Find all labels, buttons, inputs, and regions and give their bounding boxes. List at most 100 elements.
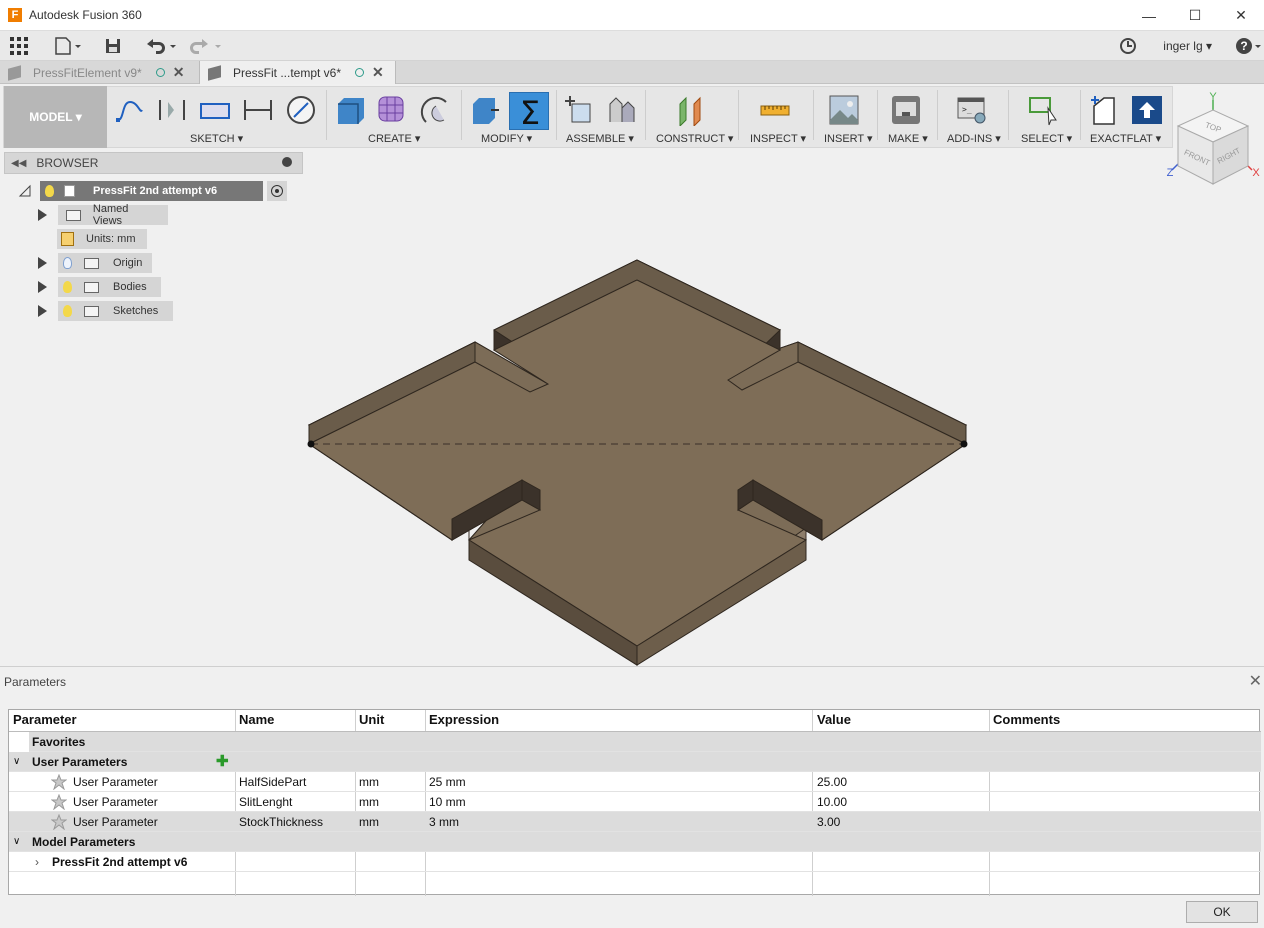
collapse-chevron-icon[interactable]: ∨ [13, 752, 20, 772]
create-group-label[interactable]: CREATE ▾ [368, 132, 420, 145]
close-tab-icon[interactable]: ✕ [173, 64, 185, 81]
assemble-joint-icon[interactable] [604, 94, 636, 126]
help-icon[interactable]: ? [1236, 36, 1262, 56]
sketch-mirror-icon[interactable] [156, 94, 188, 126]
modify-presspull-icon[interactable] [469, 94, 501, 126]
modify-group-label[interactable]: MODIFY ▾ [481, 132, 532, 145]
workspace-switcher-button[interactable]: MODEL ▾ [4, 86, 107, 148]
create-revolve-icon[interactable] [420, 94, 452, 126]
tree-root[interactable]: PressFit 2nd attempt v6 [18, 181, 287, 201]
tab-pressfit-2nd-attempt[interactable]: PressFit ...tempt v6* ✕ [199, 61, 396, 84]
select-window-icon[interactable] [1028, 94, 1060, 126]
param-expression[interactable]: 10 mm [429, 792, 466, 812]
col-unit[interactable]: Unit [359, 710, 384, 730]
redo-icon[interactable] [188, 36, 222, 56]
expand-chevron-icon[interactable]: › [35, 852, 39, 872]
user-parameters-group-row[interactable]: ∨ User Parameters ✚ [9, 752, 1261, 772]
add-parameter-icon[interactable]: ✚ [216, 752, 229, 772]
browser-minimize-icon[interactable] [282, 157, 292, 167]
table-row[interactable]: User Parameter HalfSidePart mm 25 mm 25.… [9, 772, 1261, 792]
tree-item-bodies[interactable]: Bodies [38, 277, 161, 297]
job-status-clock-icon[interactable] [1119, 36, 1137, 56]
param-name[interactable]: StockThickness [239, 812, 323, 832]
assemble-group-label[interactable]: ASSEMBLE ▾ [566, 132, 634, 145]
visibility-bulb-icon[interactable] [63, 257, 72, 269]
insert-image-icon[interactable] [828, 94, 860, 126]
bodies-chip[interactable]: Bodies [58, 277, 161, 297]
param-expression[interactable]: 25 mm [429, 772, 466, 792]
activate-component-icon[interactable] [267, 181, 287, 201]
parameters-button[interactable]: Σ [509, 92, 549, 132]
exactflat-export-icon[interactable] [1131, 94, 1163, 126]
favorites-row[interactable]: Favorites [29, 732, 1261, 752]
col-name[interactable]: Name [239, 710, 274, 730]
viewcube[interactable]: TOP FRONT RIGHT Y X Z [1160, 91, 1264, 192]
expand-arrow-icon[interactable] [38, 281, 47, 293]
3d-viewport[interactable] [0, 150, 1264, 666]
addins-group-label[interactable]: ADD-INS ▾ [947, 132, 1001, 145]
sketch-rectangle-icon[interactable] [199, 94, 231, 126]
param-expression[interactable]: 3 mm [429, 812, 459, 832]
save-icon[interactable] [105, 36, 121, 56]
pressfit-body[interactable] [307, 259, 968, 666]
collapse-browser-icon[interactable]: ◀◀ [11, 158, 26, 169]
favorite-star-icon[interactable] [51, 794, 67, 810]
create-extrude-icon[interactable] [334, 94, 366, 126]
sketch-group-label[interactable]: SKETCH ▾ [190, 132, 243, 145]
make-3d-print-icon[interactable] [890, 94, 922, 126]
user-account-menu[interactable]: inger lg ▾ [1163, 39, 1212, 53]
inspect-group-label[interactable]: INSPECT ▾ [750, 132, 806, 145]
assemble-new-component-icon[interactable] [562, 94, 594, 126]
table-row[interactable]: User Parameter StockThickness mm 3 mm 3.… [9, 812, 1261, 832]
origin-chip[interactable]: Origin [58, 253, 152, 273]
create-form-icon[interactable] [376, 94, 408, 126]
visibility-bulb-icon[interactable] [63, 281, 72, 293]
minimize-button[interactable]: — [1126, 0, 1172, 31]
construct-group-label[interactable]: CONSTRUCT ▾ [656, 132, 733, 145]
addins-scripts-icon[interactable]: >_ [956, 94, 988, 126]
close-tab-icon[interactable]: ✕ [372, 64, 384, 81]
param-unit[interactable]: mm [359, 772, 379, 792]
favorite-star-icon[interactable] [51, 774, 67, 790]
sketch-spline-icon[interactable] [114, 94, 146, 126]
sketch-dimension-icon[interactable] [242, 94, 274, 126]
maximize-button[interactable]: ☐ [1172, 0, 1218, 31]
expand-arrow-icon[interactable] [38, 209, 47, 221]
tab-pressfitelement[interactable]: PressFitElement v9* ✕ [0, 61, 198, 84]
col-parameter[interactable]: Parameter [13, 710, 77, 730]
app-grid-icon[interactable] [10, 36, 28, 56]
inspect-measure-icon[interactable] [759, 94, 791, 126]
tree-item-units[interactable]: Units: mm [57, 229, 147, 249]
visibility-bulb-icon[interactable] [45, 185, 54, 197]
param-unit[interactable]: mm [359, 812, 379, 832]
expand-arrow-icon[interactable] [38, 305, 47, 317]
construct-offset-plane-icon[interactable] [676, 94, 708, 126]
collapse-chevron-icon[interactable]: ∨ [13, 832, 20, 852]
tree-item-sketches[interactable]: Sketches [38, 301, 173, 321]
model-component-row[interactable]: › PressFit 2nd attempt v6 [9, 852, 1261, 872]
select-group-label[interactable]: SELECT ▾ [1021, 132, 1072, 145]
close-dialog-icon[interactable]: ✕ [1249, 671, 1262, 691]
param-unit[interactable]: mm [359, 792, 379, 812]
ok-button[interactable]: OK [1186, 901, 1258, 923]
units-chip[interactable]: Units: mm [57, 229, 147, 249]
close-window-button[interactable]: ✕ [1218, 0, 1264, 31]
tree-item-named-views[interactable]: Named Views [38, 203, 168, 227]
favorite-star-icon[interactable] [51, 814, 67, 830]
col-value[interactable]: Value [817, 710, 851, 730]
exactflat-group-label[interactable]: EXACTFLAT ▾ [1090, 132, 1161, 145]
insert-group-label[interactable]: INSERT ▾ [824, 132, 873, 145]
param-name[interactable]: SlitLenght [239, 792, 292, 812]
expand-arrow-icon[interactable] [38, 257, 47, 269]
visibility-bulb-icon[interactable] [63, 305, 72, 317]
col-comments[interactable]: Comments [993, 710, 1060, 730]
sketches-chip[interactable]: Sketches [58, 301, 173, 321]
make-group-label[interactable]: MAKE ▾ [888, 132, 928, 145]
file-menu-icon[interactable] [55, 36, 83, 56]
tree-item-origin[interactable]: Origin [38, 253, 152, 273]
col-expression[interactable]: Expression [429, 710, 499, 730]
model-parameters-group-row[interactable]: ∨ Model Parameters [9, 832, 1261, 852]
expand-down-icon[interactable] [18, 184, 32, 198]
table-row[interactable]: User Parameter SlitLenght mm 10 mm 10.00 [9, 792, 1261, 812]
undo-icon[interactable] [145, 36, 177, 56]
